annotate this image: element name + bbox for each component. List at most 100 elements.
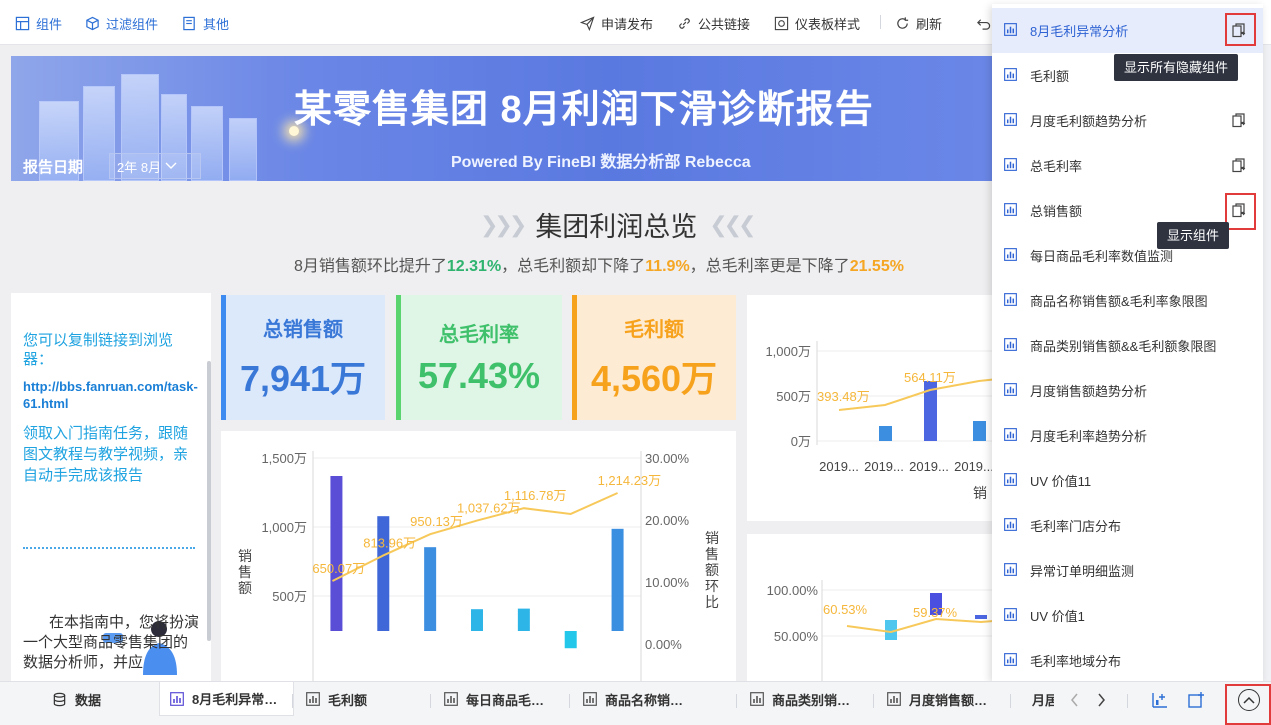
- component-list-item[interactable]: UV 价值1: [992, 593, 1263, 638]
- kpi-value: 57.43%: [417, 355, 541, 396]
- document-add-icon: [183, 16, 195, 30]
- show-component-icon[interactable]: [1232, 158, 1246, 173]
- chevron-down-icon: [165, 162, 177, 169]
- component-list-item[interactable]: 8月毛利异常分析: [992, 8, 1263, 53]
- public-link-button[interactable]: 公共链接: [677, 14, 750, 32]
- monthly-margin-svg: 100.00% 50.00% 60.53% 59.37%: [767, 580, 992, 681]
- sales-trend-svg: 1,500万 1,000万 500万 30.00% 20.00% 10.00% 0.00% 销…: [238, 451, 719, 681]
- component-icon: [15, 16, 30, 30]
- component-list-label: 毛利额: [1030, 69, 1070, 84]
- component-tab-label: 商品类别销…: [772, 692, 851, 708]
- component-list-item[interactable]: 月度毛利率趋势分析: [992, 413, 1263, 458]
- chart-icon: [1004, 473, 1017, 486]
- bar-mark: [471, 609, 483, 631]
- component-list-item[interactable]: 月度销售额趋势分析: [992, 368, 1263, 413]
- kpi-accent-bar: [221, 295, 226, 420]
- component-list-item[interactable]: 毛利率地域分布: [992, 638, 1263, 681]
- component-tab[interactable]: 每日商品毛…: [434, 682, 562, 716]
- component-button[interactable]: 组件: [15, 14, 62, 32]
- summary-text: 8月销售额环比提升了: [294, 258, 447, 275]
- chart-icon: [444, 692, 458, 706]
- data-tab[interactable]: 数据: [52, 682, 101, 716]
- summary-text: ，总毛利额却下降了: [501, 258, 646, 275]
- y-tick-label: 50.00%: [774, 629, 819, 644]
- component-tab-label: 月度销售额…: [909, 692, 988, 708]
- chart-icon: [170, 691, 184, 706]
- component-list-label: 总毛利率: [1030, 159, 1083, 174]
- data-label: 393.48万: [817, 389, 870, 404]
- cube-icon: [86, 16, 99, 30]
- y2-tick-label: 20.00%: [645, 513, 690, 528]
- prev-tab-button[interactable]: [1068, 692, 1082, 708]
- kpi-card-total-sales[interactable]: 总销售额 7,941万: [221, 295, 385, 420]
- component-tab-label: 每日商品毛…: [466, 692, 545, 708]
- overview-summary: 8月销售额环比提升了12.31%，总毛利额却下降了11.9%，总毛利率更是下降了…: [294, 252, 904, 276]
- report-date-select[interactable]: 2年 8月: [109, 153, 201, 179]
- dashboard-style-label: 仪表板样式: [795, 16, 861, 32]
- kpi-card-gross-margin[interactable]: 总毛利率 57.43%: [396, 295, 562, 420]
- add-dashboard-button[interactable]: [1187, 691, 1205, 709]
- tab-divider: [292, 694, 293, 708]
- component-tab[interactable]: 商品类别销…: [740, 682, 868, 716]
- component-list-item[interactable]: 总毛利率: [992, 143, 1263, 188]
- data-label: 813.96万: [363, 535, 416, 550]
- publish-button[interactable]: 申请发布: [580, 14, 653, 32]
- tab-divider: [569, 694, 570, 708]
- bottom-tab-bar: 数据 8月毛利异常… 毛利额 每日商品毛… 商品名称销… 商品类别销… 月度销售额… 月居: [0, 681, 1271, 725]
- component-tab[interactable]: 月居: [1014, 682, 1054, 716]
- report-title: 某零售集团 8月利润下滑诊断报告: [294, 89, 874, 131]
- show-component-icon[interactable]: [1232, 113, 1246, 128]
- component-list-item[interactable]: 商品类别销售额&&毛利额象限图: [992, 323, 1263, 368]
- component-tab[interactable]: 8月毛利异常…: [159, 682, 294, 716]
- next-tab-button[interactable]: [1094, 692, 1108, 708]
- dashboard-canvas: 某零售集团 8月利润下滑诊断报告 Powered By FineBI 数据分析部…: [0, 45, 992, 681]
- toolbar-divider: [880, 15, 881, 29]
- sales-trend-chart[interactable]: 1,500万 1,000万 500万 30.00% 20.00% 10.00% 0.00% 销…: [221, 431, 736, 681]
- component-tab[interactable]: 商品名称销…: [573, 682, 731, 716]
- refresh-button[interactable]: 刷新: [895, 14, 942, 32]
- tab-divider: [1127, 694, 1128, 708]
- component-tab[interactable]: 毛利额: [296, 682, 424, 716]
- chart-icon: [1004, 563, 1017, 576]
- add-component-button[interactable]: [1151, 691, 1169, 709]
- component-list-item[interactable]: 异常订单明细监测: [992, 548, 1263, 593]
- bar-mark: [973, 421, 986, 441]
- dashboard-style-button[interactable]: 仪表板样式: [774, 14, 860, 32]
- data-label: 1,116.78万: [504, 488, 567, 503]
- filter-component-button[interactable]: 过滤组件: [85, 14, 158, 32]
- component-list-label: 月度销售额趋势分析: [1030, 384, 1148, 399]
- component-list-label: 8月毛利异常分析: [1030, 24, 1129, 39]
- y-tick-label: 1,500万: [261, 451, 307, 466]
- y2-axis-title: 环: [705, 578, 719, 594]
- y-axis-title: 销: [238, 548, 252, 564]
- overview-heading: ❯❯❯ 集团利润总览 ❮❮❮: [480, 205, 757, 244]
- component-tab[interactable]: 月度销售额…: [877, 682, 1005, 716]
- component-list-label: UV 价值1: [1030, 609, 1085, 624]
- kpi-label: 毛利额: [624, 319, 684, 341]
- kpi-card-gross-profit[interactable]: 毛利额 4,560万: [572, 295, 736, 420]
- other-label: 其他: [203, 16, 230, 32]
- y2-axis-title: 额: [705, 562, 719, 578]
- component-list-item[interactable]: 商品名称销售额&毛利率象限图: [992, 278, 1263, 323]
- component-tab-label: 商品名称销…: [605, 692, 684, 708]
- y-tick-label: 500万: [272, 589, 307, 604]
- component-list-item[interactable]: UV 价值11: [992, 458, 1263, 503]
- component-list-item[interactable]: 毛利率门店分布: [992, 503, 1263, 548]
- chevron-right-icon: [1098, 693, 1105, 707]
- x-tick-label: 2019...: [819, 459, 859, 474]
- summary-text: ，总毛利率更是下降了: [689, 258, 850, 275]
- undo-button[interactable]: [976, 14, 991, 32]
- monthly-margin-chart[interactable]: 100.00% 50.00% 60.53% 59.37%: [747, 534, 992, 681]
- panel-scrollbar[interactable]: [207, 361, 211, 641]
- component-list-item[interactable]: 月度毛利额趋势分析: [992, 98, 1263, 143]
- component-list-label: 总销售额: [1030, 204, 1083, 219]
- guide-link[interactable]: http://bbs.fanruan.com/task-61.html: [23, 378, 198, 412]
- tab-divider: [1010, 694, 1011, 708]
- filter-component-label: 过滤组件: [106, 16, 159, 32]
- monthly-profit-chart[interactable]: 1,000万 500万 0万 393.48万 564.11万 2019... 2019...…: [747, 295, 992, 521]
- report-date-label: 报告日期: [23, 159, 84, 176]
- task-text: 领取入门指南任务，跟随图文教程与教学视频，亲自动手完成该报告: [23, 425, 189, 484]
- chart-icon: [1004, 158, 1017, 171]
- chart-icon: [1004, 68, 1017, 81]
- other-button[interactable]: 其他: [182, 14, 229, 32]
